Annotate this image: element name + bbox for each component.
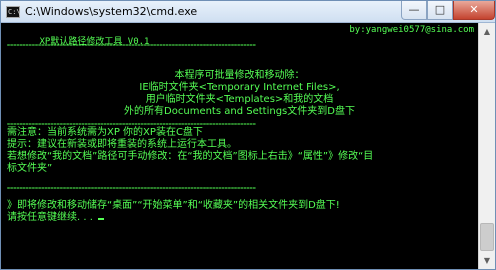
maximize-button[interactable]: □ — [427, 1, 453, 20]
vertical-scrollbar[interactable]: ▲ ▼ — [478, 23, 495, 269]
window-title: C:\Windows\system32\cmd.exe — [25, 5, 198, 18]
scroll-up-arrow-icon[interactable]: ▲ — [479, 23, 495, 40]
author-email: by:yangwei0577@sina.com — [349, 25, 474, 35]
note-line-2: 提示：建议在新装或即将重装的系统上运行本工具。 — [7, 139, 237, 150]
separator-line: ========================================… — [7, 43, 256, 49]
intro-line-2: IE临时文件夹<Temporary Internet Files>, — [139, 82, 340, 93]
console-output[interactable]: XP默认路径修改工具 V0.1 by:yangwei0577@sina.com … — [1, 23, 478, 269]
action-line: 》即将修改和移动储存“桌面”“开始菜单”和“收藏夹”的相关文件夹到D盘下! — [7, 200, 340, 211]
text-cursor — [98, 218, 105, 220]
cmd-icon[interactable]: C:\ — [6, 6, 21, 18]
minimize-button[interactable]: — — [401, 1, 427, 20]
intro-line-4: 外的所有Documents and Settings文件夹到D盘下 — [124, 106, 355, 117]
prompt-text: 请按任意键继续. . . — [7, 212, 97, 223]
prompt-line: 请按任意键继续. . . — [7, 212, 478, 224]
scroll-down-arrow-icon[interactable]: ▼ — [479, 252, 495, 269]
close-button[interactable]: ✕ — [453, 1, 495, 20]
note-line-4: 标文件夹” — [7, 163, 53, 174]
title-bar[interactable]: C:\ C:\Windows\system32\cmd.exe — □ ✕ — [1, 1, 495, 23]
cmd-window: C:\ C:\Windows\system32\cmd.exe — □ ✕ XP… — [0, 0, 496, 270]
separator-line: ========================================… — [7, 186, 256, 192]
note-line-3: 若想修改“我的文档”路径可手动修改：在“我的文档”图标上右击》“属性”》修改“目 — [7, 151, 374, 162]
intro-line-1: 本程序可批量修改和移动除： — [174, 70, 305, 81]
note-line-1: 需注意：当前系统需为XP 你的XP装在C盘下 — [7, 127, 203, 138]
intro-line-3: 用户临时文件夹<Templates>和我的文档 — [145, 94, 334, 105]
scrollbar-thumb[interactable] — [480, 223, 494, 251]
